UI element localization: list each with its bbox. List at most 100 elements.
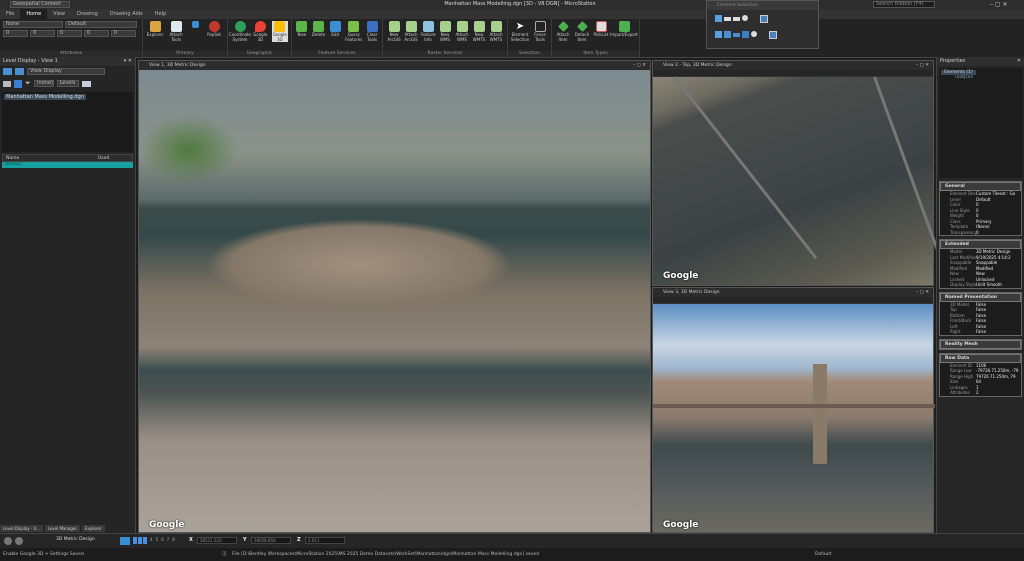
symbology-icon[interactable] xyxy=(14,79,22,88)
pickList-button[interactable]: PickList xyxy=(593,21,609,38)
new-arcgis-button[interactable]: New ArcGIS xyxy=(386,21,402,42)
google-3d-active-button[interactable]: Google 3D xyxy=(271,21,288,42)
nav-icon[interactable] xyxy=(15,537,23,545)
shape-icon[interactable] xyxy=(733,17,740,21)
view-3-toggle[interactable] xyxy=(143,537,147,544)
view-5-toggle[interactable]: 5 xyxy=(156,537,159,544)
view-controls[interactable]: – ▢ ✕ xyxy=(633,61,646,70)
section-header[interactable]: Extended xyxy=(940,240,1021,249)
individual-icon[interactable] xyxy=(715,15,722,22)
attach-wms-button[interactable]: Attach WMS xyxy=(454,21,470,42)
select-all-icon[interactable] xyxy=(769,31,777,39)
view-8-toggle[interactable]: 8 xyxy=(172,537,175,544)
close-icon[interactable]: ✕ xyxy=(1017,57,1021,66)
z-coordinate-field[interactable]: 2.611 xyxy=(305,537,345,544)
display-mode-select[interactable]: View Display xyxy=(27,68,105,75)
pin-close-icon[interactable]: ▾ ✕ xyxy=(124,57,132,66)
tab-drawing-aids[interactable]: Drawing Aids xyxy=(104,9,149,19)
tab-level-display[interactable]: Level Display - V... xyxy=(0,525,43,532)
fence-tools-button[interactable]: Fence Tools xyxy=(532,21,548,42)
edit-feature-button[interactable]: Edit xyxy=(328,21,342,38)
level-select[interactable]: None xyxy=(3,21,63,28)
views-icon[interactable] xyxy=(3,68,12,75)
clear-selection-icon[interactable] xyxy=(760,15,768,23)
filter-select[interactable]: (none) xyxy=(33,80,54,87)
import-export-button[interactable]: Import/Export xyxy=(610,21,638,38)
subtract-icon[interactable] xyxy=(733,33,740,37)
tab-home[interactable]: Home xyxy=(20,9,48,19)
selection-methods[interactable] xyxy=(715,31,818,39)
property-value[interactable]: False xyxy=(976,329,1021,335)
view-1[interactable]: View 1, 3D Metric Design – ▢ ✕ Google xyxy=(138,60,651,533)
view-toolbar[interactable] xyxy=(653,297,933,304)
new-icon[interactable] xyxy=(715,31,722,38)
window-controls[interactable]: – ▢ ✕ xyxy=(990,1,1008,8)
attach-item-button[interactable]: Attach Item xyxy=(555,21,571,42)
color-select[interactable]: 0 xyxy=(3,30,28,37)
view-controls[interactable]: – ▢ ✕ xyxy=(916,61,929,70)
level-row[interactable]: Default xyxy=(2,162,133,168)
tree-file-item[interactable]: Manhattan Mass Modelling.dgn xyxy=(4,94,86,100)
view-6-toggle[interactable]: 6 xyxy=(161,537,164,544)
selection-modes[interactable] xyxy=(715,15,818,23)
attach-arcgis-button[interactable]: Attach ArcGIS xyxy=(403,21,419,42)
x-coordinate-field[interactable]: 58521.520 xyxy=(197,537,237,544)
view-4-toggle[interactable]: 4 xyxy=(150,537,153,544)
new-wms-button[interactable]: New WMS xyxy=(437,21,453,42)
toggle-icon[interactable] xyxy=(3,80,11,87)
delete-feature-button[interactable]: Delete xyxy=(312,21,326,38)
tree-child[interactable]: rootJson xyxy=(941,75,1020,80)
linestyle-select[interactable]: 0 xyxy=(30,30,55,37)
workflow-dropdown[interactable]: Geospatial Context xyxy=(10,1,70,8)
tab-drawing[interactable]: Drawing xyxy=(71,9,104,19)
new-feature-button[interactable]: New xyxy=(295,21,309,38)
clear-tools-button[interactable]: Clear Tools xyxy=(365,21,379,42)
display-icon[interactable] xyxy=(15,68,24,75)
active-level[interactable]: Default xyxy=(815,552,831,557)
circle-icon[interactable] xyxy=(742,15,748,21)
tab-view[interactable]: View xyxy=(47,9,71,19)
view-1-toggle[interactable] xyxy=(133,537,137,544)
view-3[interactable]: View 3, 3D Metric Design – ▢ ✕ Google xyxy=(652,287,935,533)
tab-level-manager[interactable]: Level Manager xyxy=(44,525,80,532)
search-ribbon-input[interactable]: Search Ribbon (F4) xyxy=(873,1,935,8)
filter-icon[interactable]: ⏷ xyxy=(25,79,31,88)
tab-help[interactable]: Help xyxy=(149,9,172,19)
column-name[interactable]: Name xyxy=(3,155,83,161)
settings-icon[interactable] xyxy=(81,80,91,87)
invert-icon[interactable] xyxy=(742,31,749,38)
section-header[interactable]: Raw Data xyxy=(940,353,1021,363)
add-icon[interactable] xyxy=(724,31,731,38)
style-select[interactable]: Default xyxy=(65,21,137,28)
y-coordinate-field[interactable]: 58658.856 xyxy=(251,537,291,544)
new-wmts-button[interactable]: New WMTS xyxy=(471,21,487,42)
model-select[interactable]: 3D Metric Design xyxy=(56,537,95,542)
view-2[interactable]: View 2 - Top, 3D Metric Design – ▢ ✕ Goog… xyxy=(652,60,945,286)
levels-select[interactable]: Levels xyxy=(56,80,79,87)
attach-tools-button[interactable]: Attach Tools xyxy=(167,21,185,42)
section-header[interactable]: General xyxy=(940,182,1021,191)
property-value[interactable]: 2 xyxy=(976,390,1021,396)
clear-icon[interactable] xyxy=(751,31,757,37)
view-2-toggle[interactable] xyxy=(138,537,142,544)
weight-select[interactable]: 0 xyxy=(57,30,82,37)
tab-file[interactable]: File xyxy=(0,9,20,19)
small-tools[interactable] xyxy=(188,21,202,29)
info-icon[interactable]: ⓘ xyxy=(222,551,227,557)
element-selection-button[interactable]: ➤ Element Selection xyxy=(511,21,529,42)
priority-select[interactable]: 0 xyxy=(111,30,136,37)
transparency-select[interactable]: 0 xyxy=(84,30,109,37)
tab-explorer[interactable]: Explorer xyxy=(81,525,105,532)
nav-icon[interactable] xyxy=(4,537,12,545)
section-header[interactable]: Named Presentation xyxy=(940,292,1021,302)
popset-button[interactable]: PopSet xyxy=(205,21,223,38)
section-header[interactable]: Reality Mesh xyxy=(940,339,1021,349)
column-used[interactable]: Used xyxy=(83,155,109,161)
explorer-button[interactable]: Explorer xyxy=(146,21,164,38)
view-controls[interactable]: – ▢ ✕ xyxy=(916,288,929,297)
detach-item-button[interactable]: Detach Item xyxy=(574,21,590,42)
block-icon[interactable] xyxy=(724,17,731,21)
attach-wmts-button[interactable]: Attach WMTS xyxy=(488,21,504,42)
view-7-toggle[interactable]: 7 xyxy=(167,537,170,544)
coordinate-system-button[interactable]: Coordinate System xyxy=(229,21,251,42)
